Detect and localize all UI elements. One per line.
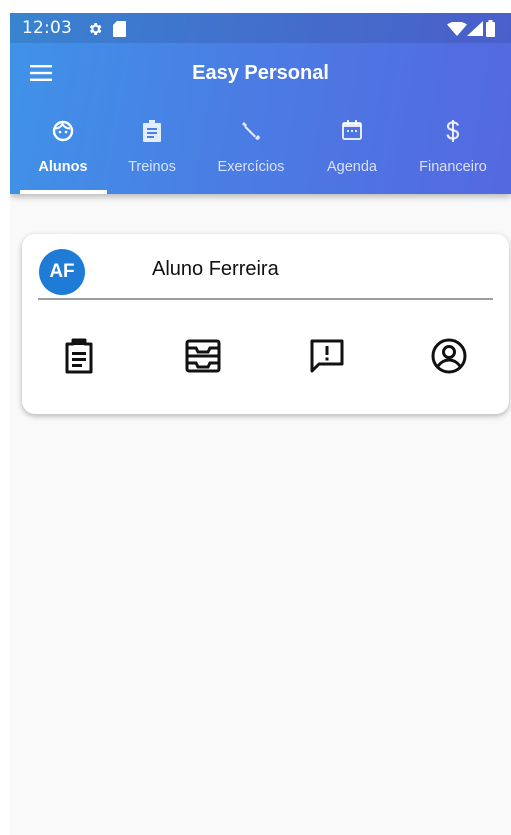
feedback-icon[interactable] — [305, 334, 349, 378]
tab-label: Agenda — [327, 159, 377, 175]
wifi-icon — [447, 21, 467, 41]
tab-label: Financeiro — [419, 159, 487, 175]
divider — [38, 298, 493, 300]
inbox-icon[interactable] — [181, 334, 225, 378]
tab-financeiro[interactable]: Financeiro — [403, 113, 503, 194]
clipboard-icon — [102, 119, 202, 145]
tab-indicator — [20, 190, 107, 194]
student-name: Aluno Ferreira — [152, 258, 279, 280]
battery-icon — [486, 20, 495, 42]
signal-icon — [467, 21, 483, 41]
app-title: Easy Personal — [192, 62, 329, 84]
app-bar: 12:03 Easy Personal Alunos Treinos Exerc… — [10, 13, 511, 194]
tab-exercicios[interactable]: Exercícios — [201, 113, 301, 194]
status-bar: 12:03 — [10, 13, 511, 43]
tab-agenda[interactable]: Agenda — [302, 113, 402, 194]
tab-label: Alunos — [38, 159, 88, 175]
face-icon — [13, 119, 113, 145]
tab-bar: Alunos Treinos Exercícios Agenda Finance… — [10, 113, 511, 194]
sd-card-icon — [113, 21, 126, 42]
tab-label: Exercícios — [217, 159, 285, 175]
dollar-icon — [403, 119, 503, 145]
app-screen: 12:03 Easy Personal Alunos Treinos Exerc… — [10, 13, 511, 835]
tab-treinos[interactable]: Treinos — [102, 113, 202, 194]
tab-label: Treinos — [128, 159, 176, 175]
gear-icon — [87, 21, 103, 42]
avatar: AF — [39, 249, 85, 295]
account-circle-icon[interactable] — [427, 334, 471, 378]
calendar-icon — [302, 119, 402, 145]
clipboard-icon[interactable] — [57, 334, 101, 378]
student-card[interactable]: AF Aluno Ferreira — [22, 234, 509, 414]
status-time: 12:03 — [22, 18, 72, 38]
dumbbell-icon — [201, 119, 301, 145]
tab-alunos[interactable]: Alunos — [13, 113, 113, 194]
